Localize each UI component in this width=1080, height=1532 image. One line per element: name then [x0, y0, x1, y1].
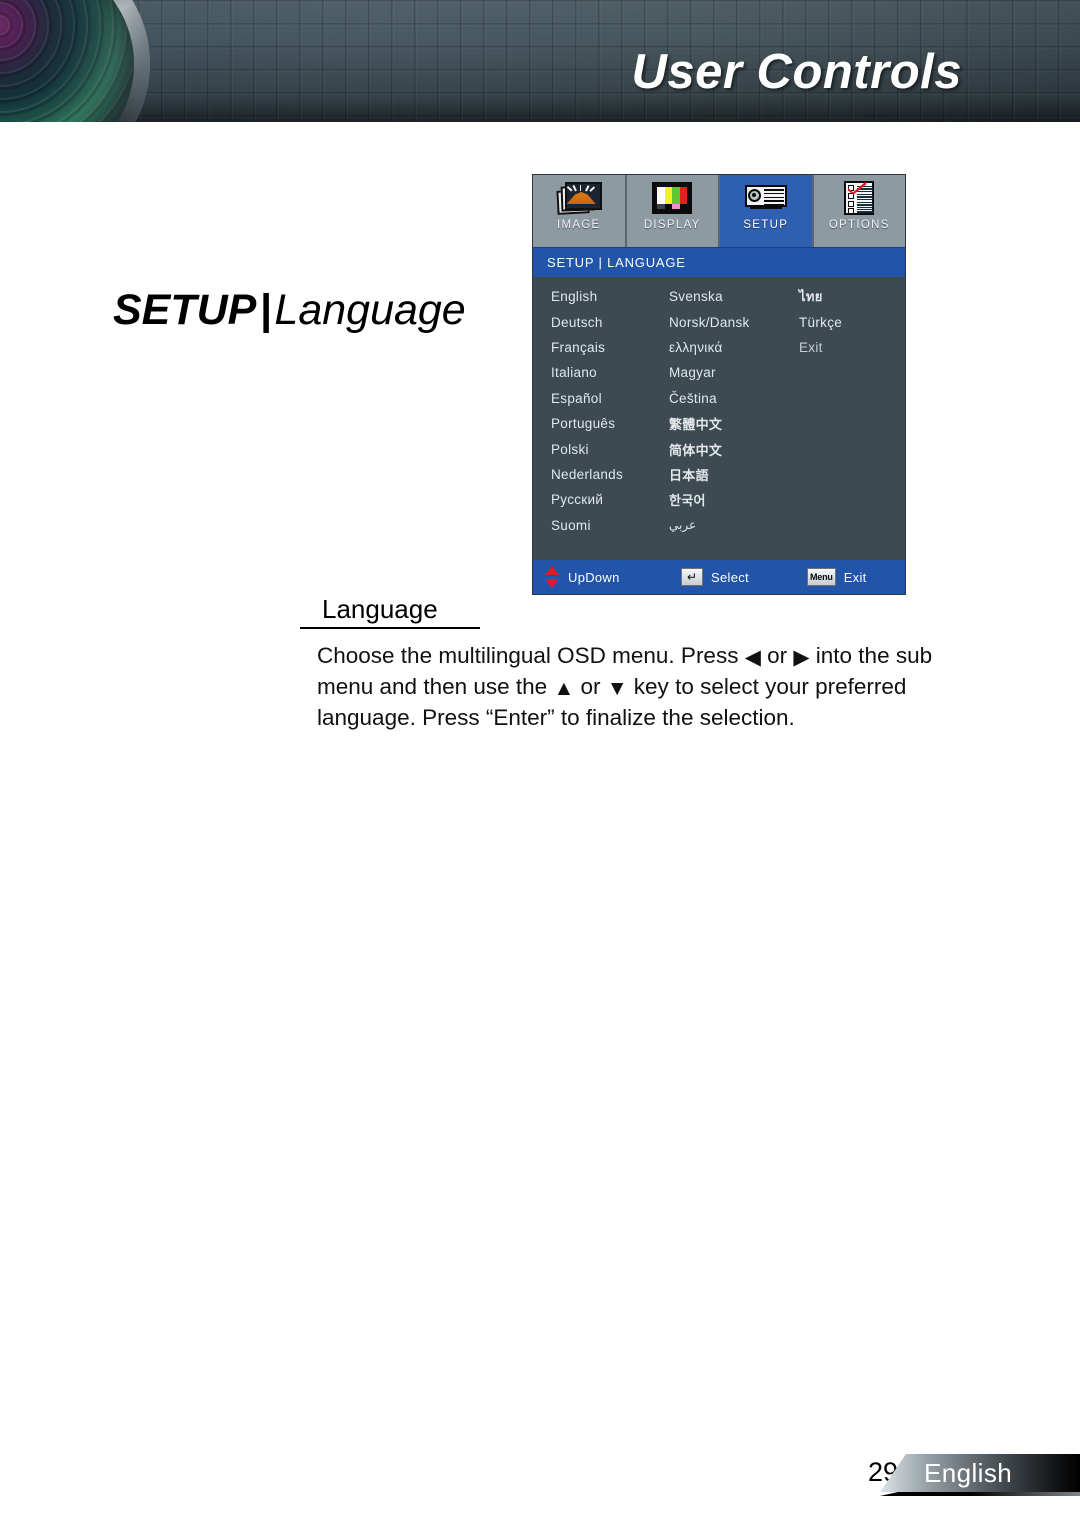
exit-option[interactable]: Exit: [799, 340, 905, 355]
language-option[interactable]: Svenska: [669, 289, 799, 304]
menu-key-icon: Menu: [807, 568, 836, 586]
red-checkmark-icon: [847, 181, 867, 195]
language-option[interactable]: Magyar: [669, 365, 799, 380]
right-arrow-icon: ▶: [793, 646, 810, 669]
exit-hint-label: Exit: [843, 569, 867, 585]
osd-tab-options[interactable]: OPTIONS: [813, 175, 905, 247]
list-item[interactable]: Español Čeština: [533, 386, 905, 411]
language-option[interactable]: Español: [533, 391, 669, 406]
left-arrow-icon: ◀: [744, 646, 761, 669]
osd-tab-setup-label: SETUP: [743, 219, 789, 231]
osd-tab-display-label: DISPLAY: [643, 219, 701, 231]
footer-language-label: English: [924, 1457, 1013, 1488]
language-option[interactable]: Italiano: [533, 365, 669, 380]
select-hint: ↵ Select: [681, 568, 807, 586]
osd-tab-image[interactable]: IMAGE: [533, 175, 627, 247]
language-option[interactable]: Français: [533, 340, 669, 355]
body-part-4: or: [574, 674, 607, 699]
language-option[interactable]: Русский: [533, 492, 669, 507]
language-option[interactable]: Português: [533, 416, 669, 431]
osd-tab-display[interactable]: DISPLAY: [626, 175, 720, 247]
osd-hint-bar: UpDown ↵ Select Menu Exit: [533, 560, 905, 594]
language-option[interactable]: Suomi: [533, 518, 669, 533]
image-icon: [556, 180, 602, 216]
up-arrow-icon: ▲: [553, 677, 575, 700]
projector-setup-icon: [743, 180, 789, 216]
language-option[interactable]: 简体中文: [669, 440, 799, 459]
language-option[interactable]: ελληνικά: [669, 340, 799, 355]
language-option[interactable]: Deutsch: [533, 315, 669, 330]
page-footer: 29 English: [0, 1454, 1080, 1500]
list-item[interactable]: Italiano Magyar: [533, 360, 905, 385]
list-item[interactable]: Nederlands 日本語: [533, 462, 905, 487]
page-title-separator: |: [259, 286, 272, 334]
header-title: User Controls: [631, 45, 962, 99]
osd-tab-setup[interactable]: SETUP: [720, 175, 814, 247]
osd-tab-options-label: OPTIONS: [828, 219, 890, 231]
footer-language-tab: English: [880, 1454, 1080, 1492]
list-item[interactable]: Português 繁體中文: [533, 411, 905, 436]
list-item[interactable]: Русский 한국어: [533, 487, 905, 512]
list-item[interactable]: Polski 简体中文: [533, 436, 905, 461]
page-title: SETUP|Language: [113, 286, 466, 335]
body-part-1: Choose the multilingual OSD menu. Press: [317, 643, 745, 668]
osd-tab-bar: IMAGE DISPLAY SETUP OPTIONS: [533, 175, 905, 247]
language-option[interactable]: 繁體中文: [669, 414, 799, 433]
page-header-banner: User Controls: [0, 0, 1080, 122]
lens-fade-overlay: [0, 0, 150, 122]
language-option[interactable]: Polski: [533, 442, 669, 457]
language-option[interactable]: Nederlands: [533, 467, 669, 482]
osd-language-list: English Svenska ไทย Deutsch Norsk/Dansk …: [533, 277, 905, 560]
language-option[interactable]: Norsk/Dansk: [669, 315, 799, 330]
language-option[interactable]: عربي: [669, 518, 799, 532]
page-title-primary: SETUP: [113, 286, 257, 334]
language-option[interactable]: 한국어: [669, 490, 799, 509]
footer-tab-edge: [880, 1492, 1080, 1496]
language-option[interactable]: Čeština: [669, 391, 799, 406]
list-item[interactable]: English Svenska ไทย: [533, 284, 905, 309]
list-item[interactable]: Suomi عربي: [533, 513, 905, 538]
page-title-secondary: Language: [274, 286, 466, 334]
language-option[interactable]: English: [533, 289, 669, 304]
select-hint-label: Select: [711, 569, 749, 585]
osd-menu-panel: IMAGE DISPLAY SETUP OPTIONS SETUP | LANG…: [533, 175, 905, 594]
osd-tab-image-label: IMAGE: [556, 219, 601, 231]
language-option[interactable]: ไทย: [799, 286, 905, 307]
up-down-arrows-icon: [545, 566, 560, 588]
language-option[interactable]: 日本語: [669, 465, 799, 484]
enter-key-icon: ↵: [681, 568, 703, 586]
language-option[interactable]: Türkçe: [799, 315, 905, 330]
options-checklist-icon: [836, 180, 882, 216]
down-arrow-icon: ▼: [606, 677, 628, 700]
osd-breadcrumb: SETUP | LANGUAGE: [533, 247, 905, 277]
projector-lens-graphic: [0, 0, 150, 122]
updown-hint-label: UpDown: [568, 569, 620, 585]
updown-hint: UpDown: [533, 566, 681, 588]
exit-hint: Menu Exit: [807, 568, 905, 586]
list-item[interactable]: Français ελληνικά Exit: [533, 335, 905, 360]
display-color-bars-icon: [649, 180, 695, 216]
section-heading: Language: [300, 594, 480, 629]
section-body-text: Choose the multilingual OSD menu. Press …: [317, 640, 977, 733]
body-part-2: or: [760, 643, 794, 668]
list-item[interactable]: Deutsch Norsk/Dansk Türkçe: [533, 309, 905, 334]
